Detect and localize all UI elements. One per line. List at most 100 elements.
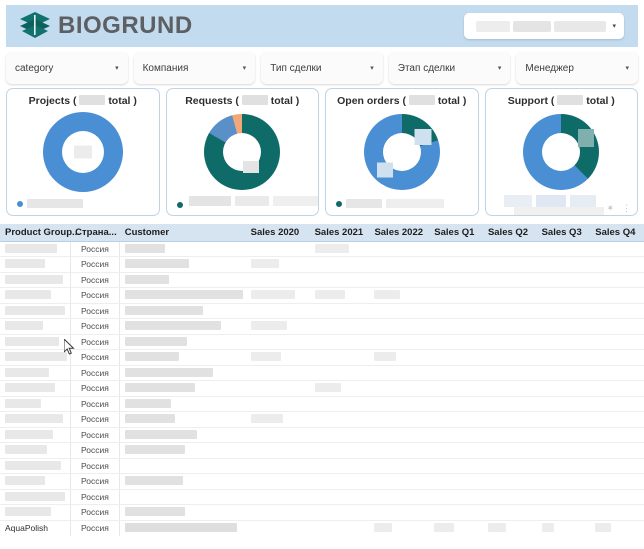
cell-sales-value — [369, 504, 430, 521]
redacted-value — [5, 274, 63, 284]
table-row[interactable]: AquaPolish Россия — [0, 520, 644, 536]
table-row[interactable]: Россия — [0, 473, 644, 490]
filter-deal-type[interactable]: Тип сделки ▾ — [261, 52, 383, 84]
filter-label: Компания — [142, 62, 189, 74]
cell-product-group — [0, 380, 71, 397]
cell-sales-value — [369, 411, 430, 428]
col-sales-q4[interactable]: Sales Q4 — [590, 224, 644, 242]
legend-dot-icon — [176, 202, 183, 208]
table-row[interactable]: Россия — [0, 442, 644, 459]
table-row[interactable]: Россия — [0, 256, 644, 273]
redacted-value — [125, 367, 214, 377]
cell-sales-value — [245, 473, 310, 490]
redacted-legend-label — [569, 195, 596, 207]
cell-customer — [119, 396, 246, 412]
table-row[interactable]: Россия — [0, 427, 644, 443]
kpi-card-projects[interactable]: Projects ( total ) — [6, 88, 160, 216]
cell-country: Россия — [69, 287, 121, 304]
col-sales-2021[interactable]: Sales 2021 — [309, 224, 370, 242]
cell-sales-value — [309, 256, 370, 273]
card-title-prefix: Open orders ( — [337, 95, 406, 107]
cell-sales-value — [482, 411, 537, 428]
filter-company[interactable]: Компания ▾ — [133, 52, 256, 84]
cell-customer — [119, 411, 246, 428]
cell-sales-value — [536, 427, 591, 443]
table-row[interactable]: Россия — [0, 489, 644, 505]
table-row[interactable]: Россия — [0, 318, 644, 335]
cell-product-group — [0, 241, 71, 257]
cell-sales-value — [429, 272, 483, 288]
table-row[interactable]: Россия — [0, 334, 644, 350]
col-customer[interactable]: Customer — [119, 224, 246, 242]
col-sales-q3[interactable]: Sales Q3 — [536, 224, 591, 242]
cell-product-group — [0, 334, 71, 350]
redacted-value — [5, 352, 67, 362]
table-row[interactable]: Россия — [0, 504, 644, 521]
table-row[interactable]: Россия — [0, 365, 644, 381]
cell-product-group — [0, 504, 71, 521]
card-title: Requests ( total ) — [167, 95, 319, 107]
cell-product-group — [0, 272, 71, 288]
header-selector[interactable]: ▾ — [464, 13, 624, 39]
redacted-value — [5, 398, 41, 408]
table-row[interactable]: Россия — [0, 272, 644, 288]
col-product-group[interactable]: Product Group... — [0, 224, 80, 242]
col-sales-2022[interactable]: Sales 2022 — [369, 224, 430, 242]
table-header-row: Product Group... Страна... Customer Sale… — [0, 224, 644, 242]
kpi-card-requests[interactable]: Requests ( total ) — [165, 88, 319, 216]
cell-sales-value — [590, 241, 644, 257]
cell-sales-value — [369, 520, 429, 536]
redacted-value — [5, 414, 63, 424]
cell-sales-value — [245, 303, 310, 319]
cell-sales-value — [369, 241, 430, 257]
redacted-value — [314, 290, 345, 300]
cell-customer — [119, 272, 246, 288]
redacted-total — [79, 95, 106, 105]
cell-sales-value — [429, 427, 483, 443]
menu-icon[interactable]: ⋮ — [622, 204, 631, 213]
table-row[interactable]: Россия — [0, 303, 644, 319]
redacted-total — [557, 95, 584, 105]
cell-sales-value — [536, 303, 591, 319]
redacted-value — [250, 290, 295, 300]
table-row[interactable]: Россия — [0, 458, 644, 474]
table-row[interactable]: Россия — [0, 380, 644, 397]
cell-sales-value — [245, 458, 310, 474]
table-row[interactable]: Россия — [0, 287, 644, 304]
redacted-value — [125, 259, 190, 269]
redacted-value — [250, 259, 279, 269]
cell-customer — [119, 458, 246, 474]
filter-manager[interactable]: Менеджер ▾ — [516, 52, 638, 84]
table-row[interactable]: Россия — [0, 411, 644, 428]
redacted-value — [250, 321, 287, 331]
redacted-value — [125, 414, 176, 424]
hexagon-leaf-logo-icon — [18, 9, 52, 43]
kpi-card-open-orders[interactable]: Open orders ( total ) — [325, 88, 479, 216]
col-sales-q2[interactable]: Sales Q2 — [482, 224, 537, 242]
col-sales-q1[interactable]: Sales Q1 — [429, 224, 483, 242]
cell-customer — [119, 365, 246, 381]
table-row[interactable]: Россия — [0, 396, 644, 412]
redacted-total — [241, 95, 268, 105]
table-row[interactable]: Россия — [0, 349, 644, 366]
cell-sales-value — [429, 442, 483, 459]
filter-deal-stage[interactable]: Этап сделки ▾ — [388, 52, 511, 84]
col-sales-2020[interactable]: Sales 2020 — [245, 224, 310, 242]
cell-sales-value — [245, 272, 310, 288]
donut-chart-support — [486, 109, 638, 195]
col-country[interactable]: Страна... — [70, 224, 120, 242]
filter-category[interactable]: category ▾ — [6, 52, 128, 84]
cell-country: Россия — [69, 303, 121, 319]
redacted-value — [5, 321, 43, 331]
cell-sales-value — [245, 380, 310, 397]
redacted-value — [5, 429, 53, 439]
redacted-value — [125, 507, 186, 517]
pin-icon[interactable]: ✶ — [606, 204, 614, 213]
table-row[interactable]: Россия — [0, 241, 644, 257]
redacted-legend-label — [513, 207, 604, 215]
cell-country: Россия — [69, 318, 121, 335]
cell-sales-value — [482, 256, 537, 273]
kpi-card-support[interactable]: Support ( total ) ✶ ⋮ — [484, 88, 638, 216]
cell-sales-value — [309, 473, 370, 490]
cell-product-group — [0, 396, 71, 412]
